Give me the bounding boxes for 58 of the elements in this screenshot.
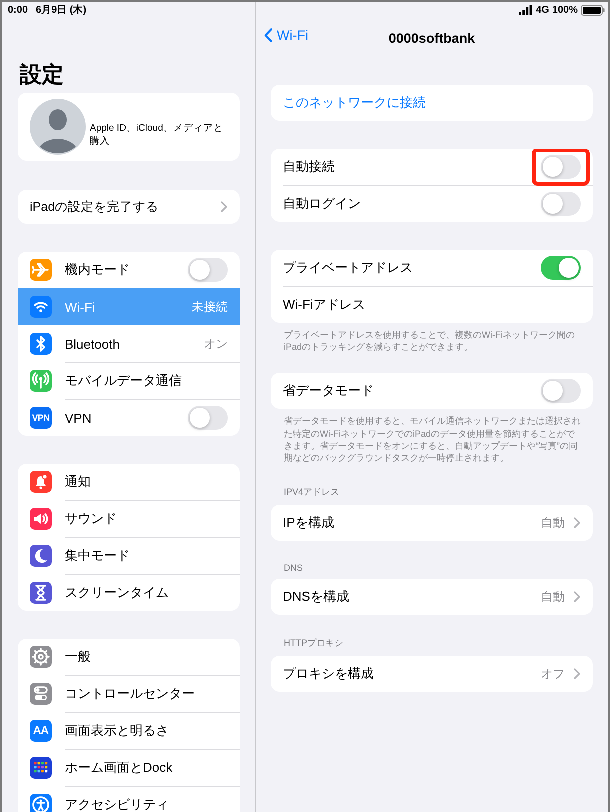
toggle-switch[interactable] <box>188 406 228 430</box>
sidebar-item[interactable]: サウンド <box>18 500 240 537</box>
footnote: プライベートアドレスを使用することで、複数のWi-Fiネットワーク間のiPadのトラッキングを減らすことができます。 <box>284 329 576 354</box>
status-time: 0:00 <box>8 4 28 16</box>
row-label: Wi-Fiアドレス <box>283 296 366 314</box>
section-header: DNS <box>284 563 304 574</box>
icon-label: VPN <box>30 406 52 428</box>
row-label: 省データモード <box>283 382 375 400</box>
sidebar-item[interactable]: スクリーンタイム <box>18 574 240 611</box>
settings-row[interactable]: プロキシを構成 オフ <box>271 656 593 692</box>
toggle-switch[interactable] <box>541 155 581 179</box>
toggle-switch[interactable] <box>541 192 581 216</box>
toggle-switch[interactable] <box>541 256 581 280</box>
row-value: 自動 <box>541 514 565 532</box>
status-value: オン <box>204 336 228 352</box>
signal-icon <box>519 5 534 15</box>
row-label: 自動接続 <box>283 158 336 176</box>
sidebar-item[interactable]: Bluetooth オン <box>18 325 240 362</box>
profile-card[interactable]: Apple ID、iCloud、メディアと購入 <box>18 93 240 161</box>
battery-level: 100% <box>552 4 578 16</box>
footnote: 省データモードを使用すると、モバイル通信ネットワークまたは選択された特定のWi-FiネットワークでのiPadのデータ使用量を節約することができます。省データモードをオンにすると、自動アップデートや“写真”の同期などのバックグラウンドタスクが一時停止されます。 <box>284 415 581 464</box>
sidebar-item[interactable]: 機内モード <box>18 252 240 288</box>
sidebar-item[interactable]: AA 画面表示と明るさ <box>18 712 240 749</box>
status-value: 未接続 <box>192 298 228 316</box>
sidebar-item[interactable]: アクセシビリティ <box>18 786 240 812</box>
connect-link[interactable]: このネットワークに接続 <box>271 85 593 121</box>
sidebar-item[interactable]: 一般 <box>18 639 240 675</box>
network-type: 4G <box>536 4 550 16</box>
sidebar-item[interactable]: モバイルデータ通信 <box>18 362 240 399</box>
sidebar-item[interactable]: ホーム画面とDock <box>18 749 240 786</box>
nav-title: 0000softbank <box>388 30 476 46</box>
toggle-switch[interactable] <box>188 258 228 282</box>
sidebar-item[interactable]: 通知 <box>18 464 240 500</box>
chevron-icon <box>573 517 581 530</box>
status-date: 6月9日 (木) <box>36 4 87 17</box>
back-button[interactable]: Wi-Fi <box>264 28 308 43</box>
row-label: プライベートアドレス <box>283 259 414 277</box>
sidebar-item[interactable]: コントロールセンター <box>18 675 240 712</box>
row-value: 自動 <box>541 588 565 606</box>
chevron-icon <box>220 201 228 213</box>
toggle-switch[interactable] <box>541 379 581 404</box>
sidebar-item[interactable]: VPN VPN <box>18 399 240 436</box>
chevron-icon <box>573 591 581 604</box>
setup-item[interactable]: iPadの設定を完了する <box>18 190 240 224</box>
back-chevron-icon <box>264 28 273 43</box>
avatar-icon <box>30 99 86 155</box>
chevron-icon <box>573 668 581 680</box>
page-title: 設定 <box>20 61 65 89</box>
profile-label: Apple ID、iCloud、メディアと購入 <box>90 122 224 148</box>
row-value: オフ <box>541 666 565 683</box>
battery-icon <box>581 4 605 16</box>
icon-label: AA <box>30 720 52 742</box>
section-header: IPV4アドレス <box>284 486 341 500</box>
sidebar-item[interactable]: 集中モード <box>18 537 240 574</box>
settings-row[interactable]: IPを構成 自動 <box>271 505 593 542</box>
section-header: HTTPプロキシ <box>284 637 344 650</box>
settings-row[interactable]: DNSを構成 自動 <box>271 579 593 616</box>
row-label: 自動ログイン <box>283 195 362 213</box>
